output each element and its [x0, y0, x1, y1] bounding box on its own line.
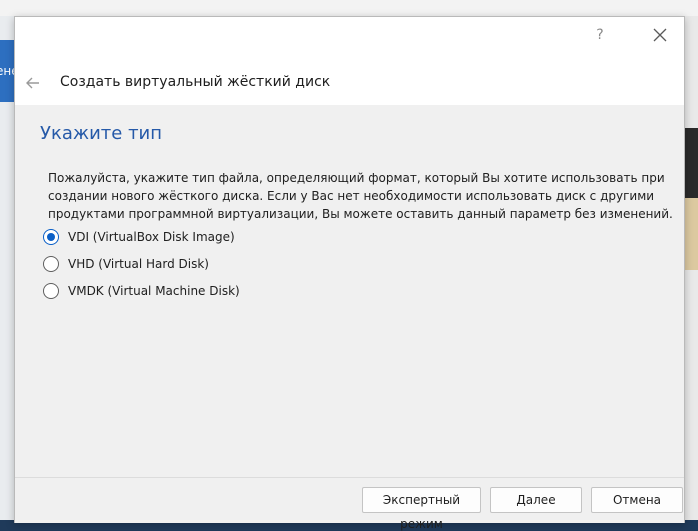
close-icon	[653, 28, 667, 42]
close-button[interactable]	[650, 25, 670, 45]
page-title: Укажите тип	[40, 123, 163, 144]
wizard-header: Создать виртуальный жёсткий диск	[15, 61, 684, 105]
expert-mode-button[interactable]: Экспертный режим	[362, 487, 481, 531]
radio-option-vmdk[interactable]: VMDK (Virtual Machine Disk)	[43, 281, 240, 301]
wizard-page: Укажите тип Пожалуйста, укажите тип файл…	[15, 105, 684, 477]
radio-label-vhd[interactable]: VHD (Virtual Hard Disk)	[68, 257, 209, 271]
background-os-logo-body	[685, 198, 698, 270]
page-description: Пожалуйста, укажите тип файла, определяю…	[48, 171, 673, 221]
help-button[interactable]: ?	[590, 25, 610, 45]
background-os-logo	[685, 128, 698, 198]
radio-label-vdi[interactable]: VDI (VirtualBox Disk Image)	[68, 230, 235, 244]
dialog-footer: Экспертный режим Далее Отмена	[15, 477, 684, 531]
radio-button-vdi[interactable]	[43, 229, 59, 245]
next-button[interactable]: Далее	[490, 487, 582, 513]
radio-button-vhd[interactable]	[43, 256, 59, 272]
background-selected-item: ене	[0, 40, 14, 102]
arrow-left-icon	[26, 77, 39, 89]
cancel-button[interactable]: Отмена	[591, 487, 683, 513]
radio-label-vmdk[interactable]: VMDK (Virtual Machine Disk)	[68, 284, 240, 298]
radio-option-vdi[interactable]: VDI (VirtualBox Disk Image)	[43, 227, 235, 247]
back-button[interactable]	[23, 73, 43, 93]
help-icon: ?	[596, 27, 604, 43]
background-right-strip	[685, 16, 698, 531]
background-window-strip	[0, 0, 698, 16]
radio-option-vhd[interactable]: VHD (Virtual Hard Disk)	[43, 254, 209, 274]
radio-button-vmdk[interactable]	[43, 283, 59, 299]
wizard-title: Создать виртуальный жёсткий диск	[60, 74, 331, 90]
create-virtual-disk-dialog: ? Создать виртуальный жёсткий диск Укажи…	[14, 16, 685, 531]
